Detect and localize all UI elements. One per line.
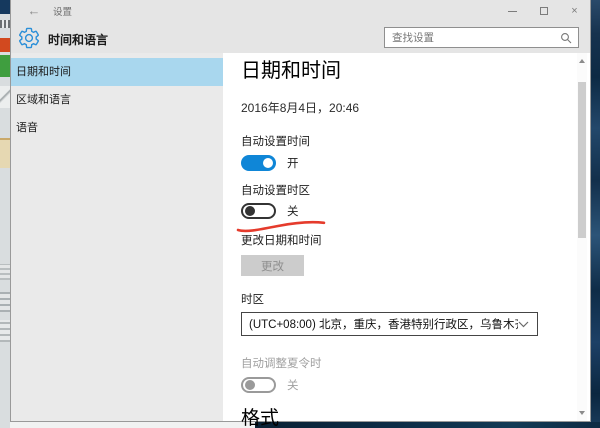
set-timezone-auto-label: 自动设置时区 [241,182,590,198]
formats-section-title: 格式 [241,407,590,428]
sidebar-item-region-language[interactable]: 区域和语言 [11,86,223,114]
set-timezone-auto-toggle[interactable] [241,203,276,219]
current-datetime: 2016年8月4日，20:46 [241,99,590,116]
minimize-button[interactable] [497,0,528,22]
set-time-auto-state: 开 [287,155,299,171]
toggle-knob [245,380,255,390]
toggle-knob [263,158,273,168]
back-icon[interactable]: ← [23,2,45,20]
set-time-auto-toggle[interactable] [241,155,276,171]
search-box[interactable] [384,27,579,48]
main-content: 日期和时间 2016年8月4日，20:46 自动设置时间 开 自动设置时区 关 … [223,53,590,421]
desktop-background-right [591,0,600,428]
settings-window: ← 设置 × 时间和语言 日期和时间 区域和语言 语音 [10,0,591,422]
dst-label: 自动调整夏令时 [241,355,590,371]
timezone-label: 时区 [241,291,590,307]
window-top-bar: ← 设置 × 时间和语言 [11,0,590,53]
scrollbar-thumb[interactable] [578,82,586,238]
scrollbar-up-arrow[interactable] [577,54,587,68]
set-time-auto-label: 自动设置时间 [241,133,590,149]
set-timezone-auto-state: 关 [287,203,299,219]
sidebar-item-date-time[interactable]: 日期和时间 [11,58,223,86]
search-icon [560,32,572,44]
dst-toggle [241,377,276,393]
maximize-button[interactable] [528,0,559,22]
maximize-icon [540,7,548,15]
search-input[interactable] [385,32,560,44]
timezone-dropdown[interactable]: (UTC+08:00) 北京，重庆，香港特别行政区，乌鲁木齐 [241,312,538,336]
settings-sidebar: 日期和时间 区域和语言 语音 [11,53,223,421]
toggle-knob [245,206,255,216]
caption-buttons: × [497,0,590,22]
page-title: 日期和时间 [241,59,590,83]
window-title: 设置 [53,4,72,18]
desktop-background-left [0,0,10,428]
change-datetime-label: 更改日期和时间 [241,232,590,248]
minimize-icon [508,11,517,12]
change-button[interactable]: 更改 [241,255,304,276]
dst-state: 关 [287,377,299,393]
timezone-selected-value: (UTC+08:00) 北京，重庆，香港特别行政区，乌鲁木齐 [242,316,518,332]
desktop-background-bottom-left [10,422,255,428]
gear-icon [17,26,41,50]
page-group-title: 时间和语言 [48,31,108,48]
sidebar-item-speech[interactable]: 语音 [11,114,223,142]
scrollbar[interactable] [577,53,587,421]
chevron-down-icon [518,321,529,328]
close-button[interactable]: × [559,0,590,22]
scrollbar-down-arrow[interactable] [577,406,587,420]
